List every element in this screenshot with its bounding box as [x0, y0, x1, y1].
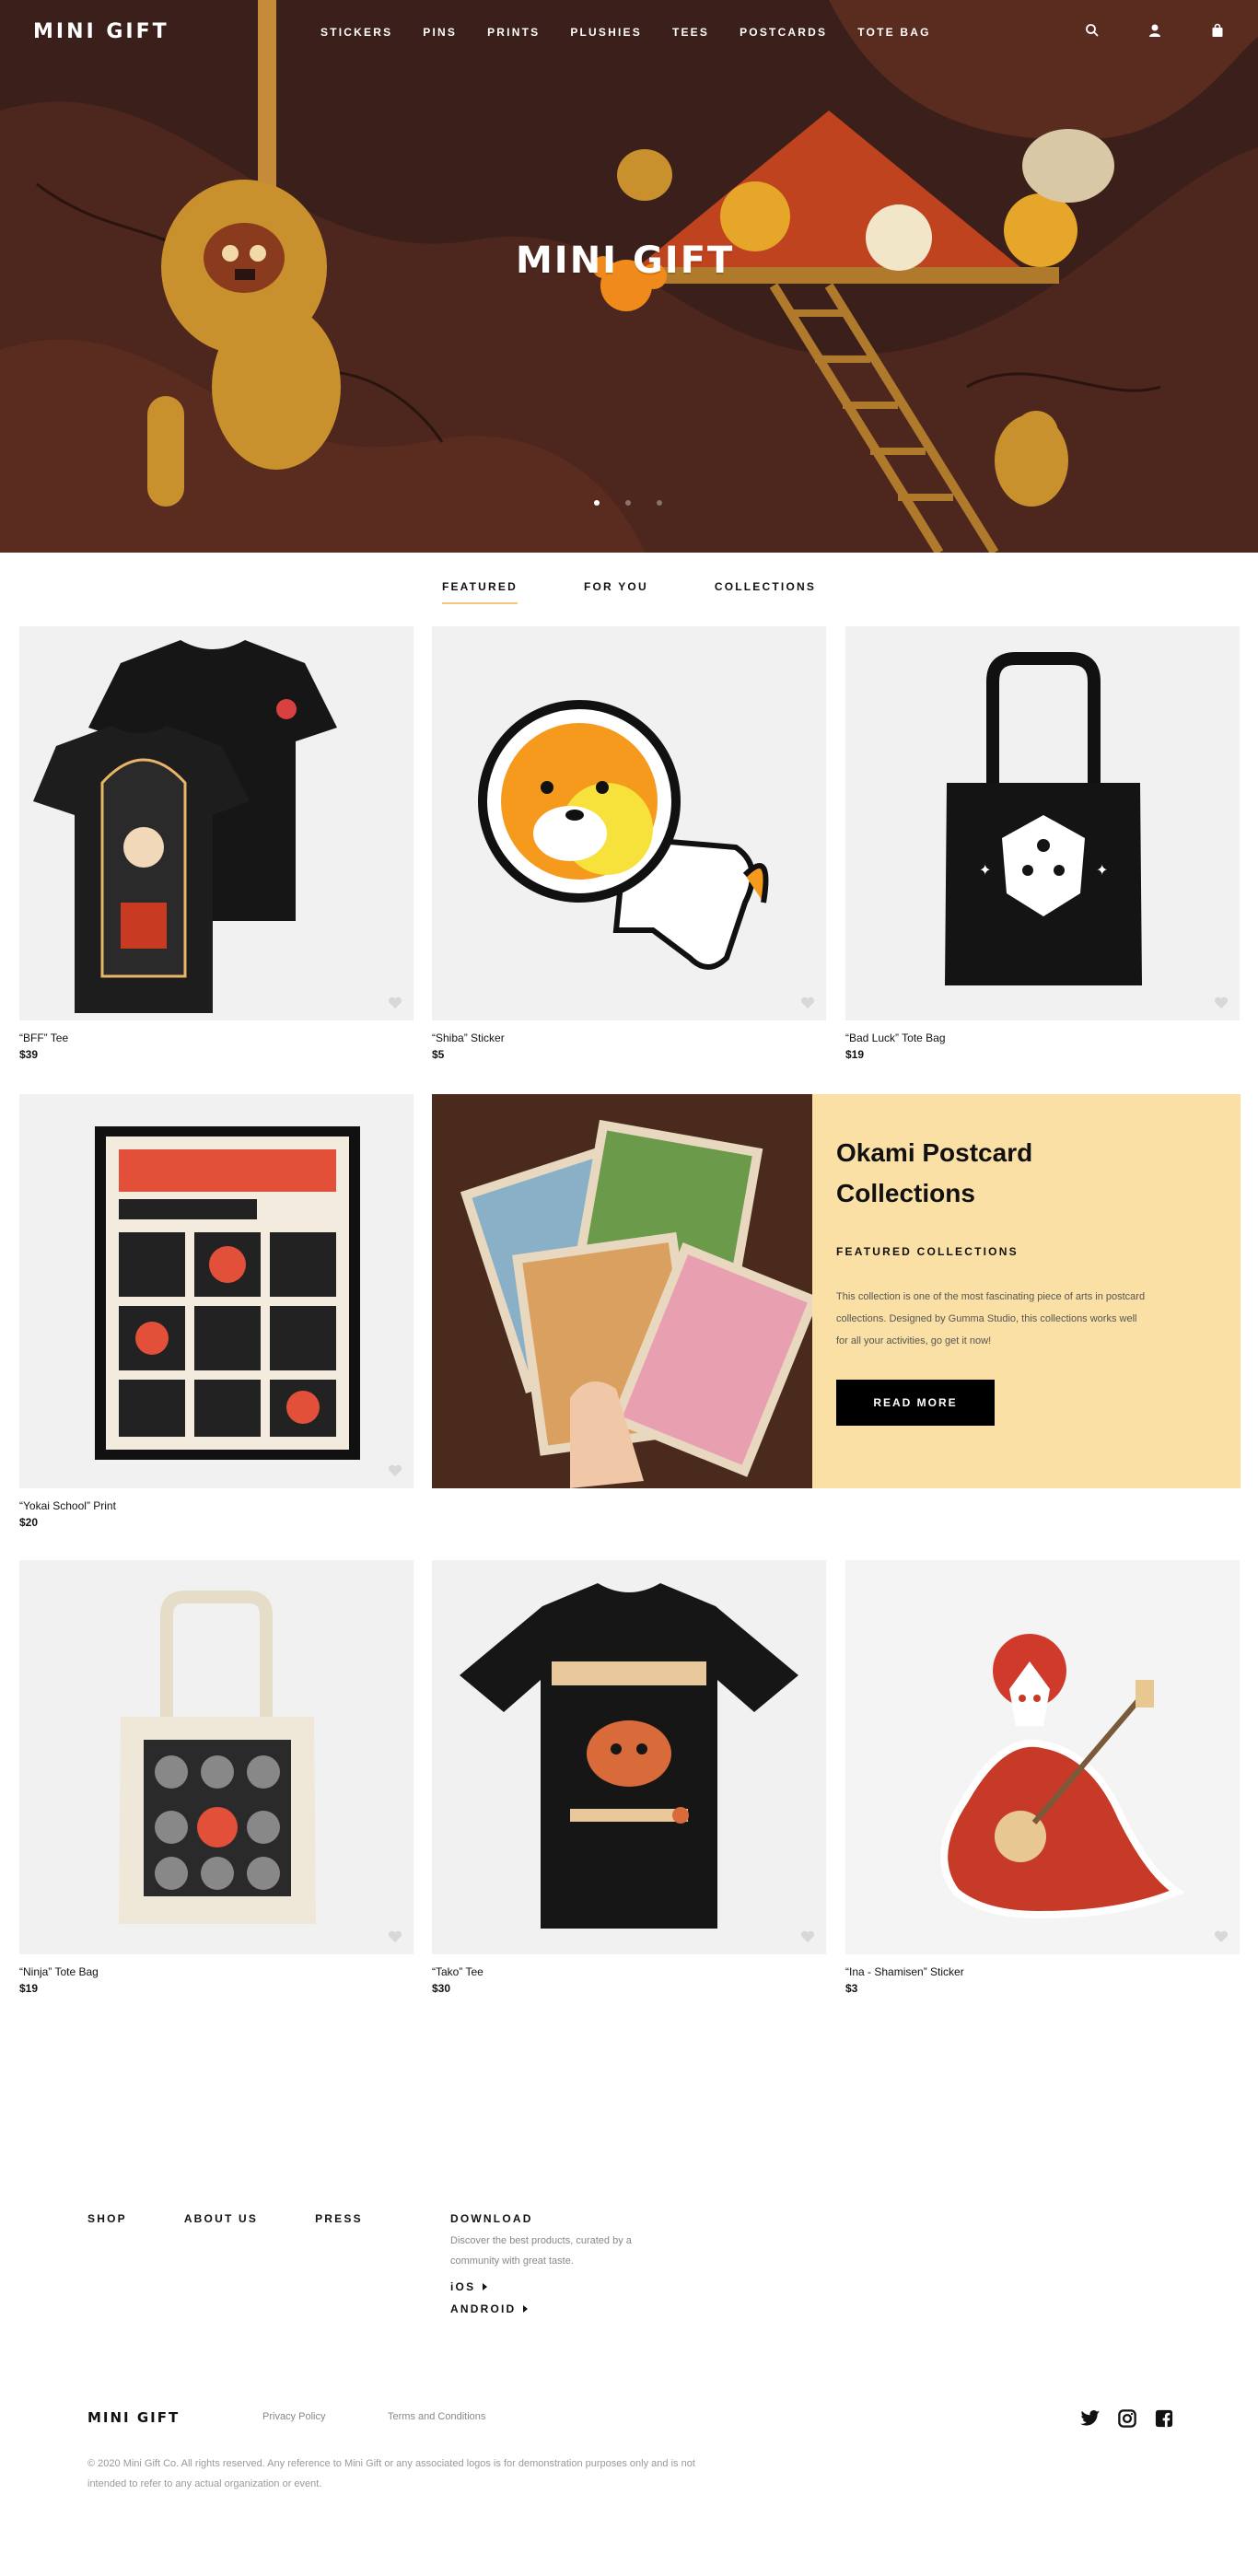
nav-item-tees[interactable]: TEES — [672, 26, 709, 39]
terms-link[interactable]: Terms and Conditions — [388, 2411, 485, 2422]
tab-for-you[interactable]: FOR YOU — [584, 580, 648, 604]
search-icon[interactable] — [1085, 23, 1100, 38]
tab-collections[interactable]: COLLECTIONS — [715, 580, 816, 604]
nav-item-stickers[interactable]: STICKERS — [320, 26, 392, 39]
heart-icon[interactable] — [800, 1930, 815, 1943]
product-card[interactable]: “BFF” Tee $39 — [19, 626, 414, 1061]
postcards-photo[interactable] — [432, 1094, 812, 1488]
product-image[interactable]: ✦ ✦ — [845, 626, 1240, 1020]
footer-link-about-us[interactable]: ABOUT US — [184, 2212, 258, 2225]
hero-banner: MINI GIFT STICKERS PINS PRINTS PLUSHIES … — [0, 0, 1258, 553]
product-image[interactable] — [19, 626, 414, 1020]
arrow-right-icon — [483, 2283, 488, 2290]
product-name[interactable]: “Ninja” Tote Bag — [19, 1965, 414, 1978]
ios-link[interactable]: iOS — [450, 2280, 662, 2293]
product-image[interactable] — [432, 626, 826, 1020]
instagram-icon[interactable] — [1117, 2409, 1137, 2428]
product-name[interactable]: “Ina - Shamisen” Sticker — [845, 1965, 1240, 1978]
android-link[interactable]: ANDROID — [450, 2302, 662, 2315]
copyright-text: © 2020 Mini Gift Co. All rights reserved… — [87, 2458, 695, 2489]
carousel-dots — [594, 500, 662, 506]
nav-icons — [1085, 23, 1225, 38]
product-image[interactable] — [845, 1560, 1240, 1954]
brand-logo[interactable]: MINI GIFT — [33, 20, 169, 43]
feature-info: Okami Postcard Collections FEATURED COLL… — [812, 1094, 1241, 1488]
footer-link-press[interactable]: PRESS — [315, 2212, 363, 2225]
feature-title: Okami Postcard Collections — [836, 1138, 1033, 1207]
twitter-icon[interactable] — [1080, 2409, 1101, 2428]
feature-subtitle: FEATURED COLLECTIONS — [836, 1245, 1019, 1258]
feature-description: This collection is one of the most fasci… — [836, 1291, 1146, 1346]
svg-text:✦: ✦ — [979, 861, 991, 879]
privacy-policy-link[interactable]: Privacy Policy — [262, 2411, 325, 2422]
heart-icon[interactable] — [388, 997, 402, 1009]
product-card[interactable]: “Ninja” Tote Bag $19 — [19, 1560, 414, 1995]
product-name[interactable]: “Shiba” Sticker — [432, 1032, 826, 1044]
social-links — [1080, 2409, 1174, 2428]
product-price: $19 — [19, 1982, 39, 1995]
ios-label: iOS — [450, 2280, 476, 2293]
svg-text:✦: ✦ — [1096, 861, 1108, 879]
hero-title: MINI GIFT — [516, 239, 735, 282]
nav-item-tote-bag[interactable]: TOTE BAG — [857, 26, 930, 39]
nav-item-prints[interactable]: PRINTS — [487, 26, 540, 39]
product-name[interactable]: “Bad Luck” Tote Bag — [845, 1032, 1240, 1044]
featured-collection-banner: Okami Postcard Collections FEATURED COLL… — [432, 1094, 1241, 1488]
product-price: $19 — [845, 1048, 865, 1061]
top-nav: MINI GIFT STICKERS PINS PRINTS PLUSHIES … — [0, 0, 1258, 66]
carousel-dot-3[interactable] — [657, 500, 662, 506]
user-icon[interactable] — [1147, 23, 1162, 38]
product-price: $5 — [432, 1048, 445, 1061]
product-name[interactable]: “Yokai School” Print — [19, 1499, 414, 1512]
main-menu: STICKERS PINS PRINTS PLUSHIES TEES POSTC… — [320, 26, 961, 39]
carousel-dot-1[interactable] — [594, 500, 600, 506]
footer-links: SHOP ABOUT US PRESS — [87, 2212, 420, 2225]
footer-logo[interactable]: MINI GIFT — [87, 2409, 180, 2426]
heart-icon[interactable] — [388, 1930, 402, 1943]
product-price: $30 — [432, 1982, 451, 1995]
product-image[interactable] — [19, 1094, 414, 1488]
bag-icon[interactable] — [1210, 23, 1225, 38]
carousel-dot-2[interactable] — [625, 500, 631, 506]
product-name[interactable]: “Tako” Tee — [432, 1965, 826, 1978]
nav-item-postcards[interactable]: POSTCARDS — [740, 26, 827, 39]
product-price: $20 — [19, 1516, 39, 1529]
download-heading: DOWNLOAD — [450, 2212, 533, 2225]
product-card[interactable]: “Tako” Tee $30 — [432, 1560, 826, 1995]
product-image[interactable] — [19, 1560, 414, 1954]
product-price: $3 — [845, 1982, 858, 1995]
product-card[interactable]: ✦ ✦ “Bad Luck” Tote Bag $19 — [845, 626, 1240, 1061]
heart-icon[interactable] — [800, 997, 815, 1009]
product-price: $39 — [19, 1048, 39, 1061]
product-card[interactable]: “Shiba” Sticker $5 — [432, 626, 826, 1061]
read-more-button[interactable]: READ MORE — [836, 1380, 995, 1426]
product-card[interactable]: “Ina - Shamisen” Sticker $3 — [845, 1560, 1240, 1995]
heart-icon[interactable] — [1214, 997, 1229, 1009]
nav-item-pins[interactable]: PINS — [423, 26, 457, 39]
heart-icon[interactable] — [1214, 1930, 1229, 1943]
product-name[interactable]: “BFF” Tee — [19, 1032, 414, 1044]
product-card[interactable]: “Yokai School” Print $20 — [19, 1094, 414, 1529]
product-tabs: FEATURED FOR YOU COLLECTIONS — [0, 580, 1258, 604]
arrow-right-icon — [523, 2305, 529, 2313]
product-image[interactable] — [432, 1560, 826, 1954]
facebook-icon[interactable] — [1154, 2409, 1174, 2428]
tab-featured[interactable]: FEATURED — [441, 580, 518, 604]
nav-item-plushies[interactable]: PLUSHIES — [570, 26, 642, 39]
heart-icon[interactable] — [388, 1464, 402, 1477]
download-description: Discover the best products, curated by a… — [450, 2235, 632, 2267]
footer-link-shop[interactable]: SHOP — [87, 2212, 127, 2225]
android-label: ANDROID — [450, 2302, 517, 2315]
download-section: DOWNLOAD Discover the best products, cur… — [450, 2212, 662, 2315]
